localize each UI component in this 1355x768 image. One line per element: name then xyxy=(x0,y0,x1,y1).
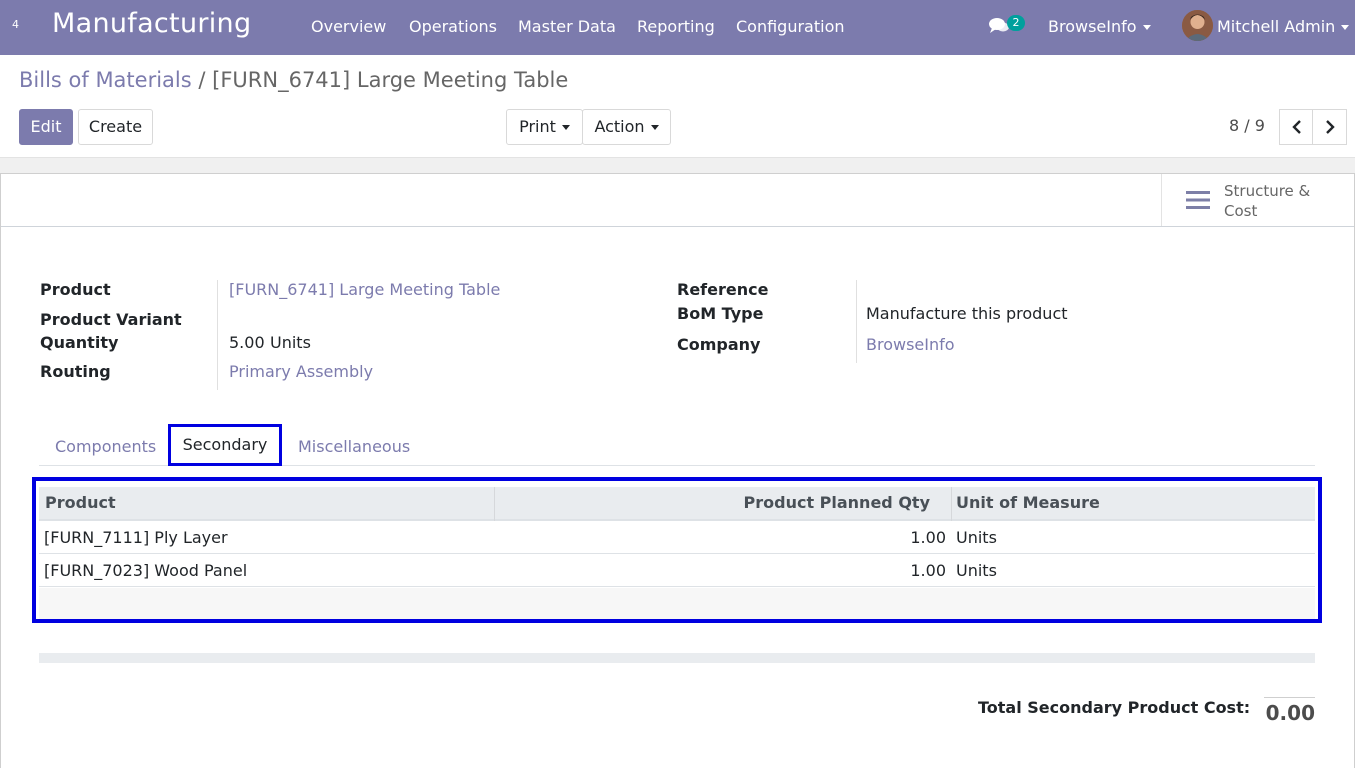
user-name: Mitchell Admin xyxy=(1217,17,1336,36)
print-button[interactable]: Print xyxy=(506,109,583,145)
bom-type-value[interactable]: Manufacture this product xyxy=(866,304,1068,323)
user-avatar[interactable] xyxy=(1182,10,1213,41)
action-button[interactable]: Action xyxy=(582,109,671,145)
structure-cost-label: Structure & Cost xyxy=(1224,182,1311,220)
user-menu[interactable]: Mitchell Admin xyxy=(1217,17,1350,36)
menu-overview[interactable]: Overview xyxy=(311,17,386,36)
routing-label: Routing xyxy=(40,362,111,381)
chevron-down-icon xyxy=(650,125,659,130)
pager-value[interactable]: 8 / 9 xyxy=(1229,116,1265,135)
breadcrumb-parent[interactable]: Bills of Materials xyxy=(19,68,192,92)
edit-button[interactable]: Edit xyxy=(19,109,73,145)
company-switcher[interactable]: BrowseInfo xyxy=(1048,17,1151,36)
quantity-value: 5.00 xyxy=(229,333,265,352)
top-navbar: 4 Manufacturing Overview Operations Mast… xyxy=(0,0,1355,55)
company-value[interactable]: BrowseInfo xyxy=(866,335,955,354)
field-separator xyxy=(217,280,218,390)
bars-icon xyxy=(1186,190,1210,214)
button-box: Structure & Cost xyxy=(1,174,1354,227)
tab-miscellaneous[interactable]: Miscellaneous xyxy=(298,437,410,456)
structure-cost-button[interactable]: Structure & Cost xyxy=(1161,174,1354,226)
total-secondary-cost-label: Total Secondary Product Cost: xyxy=(978,698,1251,717)
bom-type-label: BoM Type xyxy=(677,304,764,323)
chevron-left-icon xyxy=(1292,120,1301,134)
company-label: Company xyxy=(677,335,761,354)
apps-menu-toggle[interactable]: 4 xyxy=(12,18,19,31)
secondary-table-highlight xyxy=(32,477,1322,623)
create-button[interactable]: Create xyxy=(78,109,153,145)
product-variant-label: Product Variant xyxy=(40,310,182,329)
menu-configuration[interactable]: Configuration xyxy=(736,17,845,36)
total-secondary-cost-value: 0.00 xyxy=(1264,697,1315,725)
chevron-right-icon xyxy=(1326,120,1335,134)
company-name: BrowseInfo xyxy=(1048,17,1137,36)
menu-master-data[interactable]: Master Data xyxy=(518,17,616,36)
quantity-label: Quantity xyxy=(40,333,119,352)
menu-reporting[interactable]: Reporting xyxy=(637,17,715,36)
menu-operations[interactable]: Operations xyxy=(409,17,497,36)
pager-next-button[interactable] xyxy=(1312,109,1347,145)
chevron-down-icon xyxy=(1341,25,1350,30)
breadcrumb-separator: / xyxy=(191,68,213,92)
action-label: Action xyxy=(594,117,645,136)
reference-label: Reference xyxy=(677,280,769,299)
routing-value[interactable]: Primary Assembly xyxy=(229,362,373,381)
tab-secondary[interactable]: Secondary xyxy=(168,424,282,466)
app-brand[interactable]: Manufacturing xyxy=(52,8,251,39)
chat-count-badge: 2 xyxy=(1007,15,1025,31)
form-sheet: Structure & Cost xyxy=(0,173,1355,768)
product-label: Product xyxy=(40,280,111,299)
breadcrumb: Bills of Materials / [FURN_6741] Large M… xyxy=(19,68,568,92)
chevron-down-icon xyxy=(1142,25,1151,30)
pager-previous-button[interactable] xyxy=(1279,109,1314,145)
content-separator xyxy=(0,157,1355,174)
table-footer-bar xyxy=(39,653,1315,663)
breadcrumb-current: [FURN_6741] Large Meeting Table xyxy=(212,68,569,92)
quantity-uom: Units xyxy=(270,333,311,352)
print-label: Print xyxy=(519,117,556,136)
field-separator xyxy=(856,280,857,363)
product-value[interactable]: [FURN_6741] Large Meeting Table xyxy=(229,280,500,299)
tab-components[interactable]: Components xyxy=(55,437,156,456)
chevron-down-icon xyxy=(561,125,570,130)
